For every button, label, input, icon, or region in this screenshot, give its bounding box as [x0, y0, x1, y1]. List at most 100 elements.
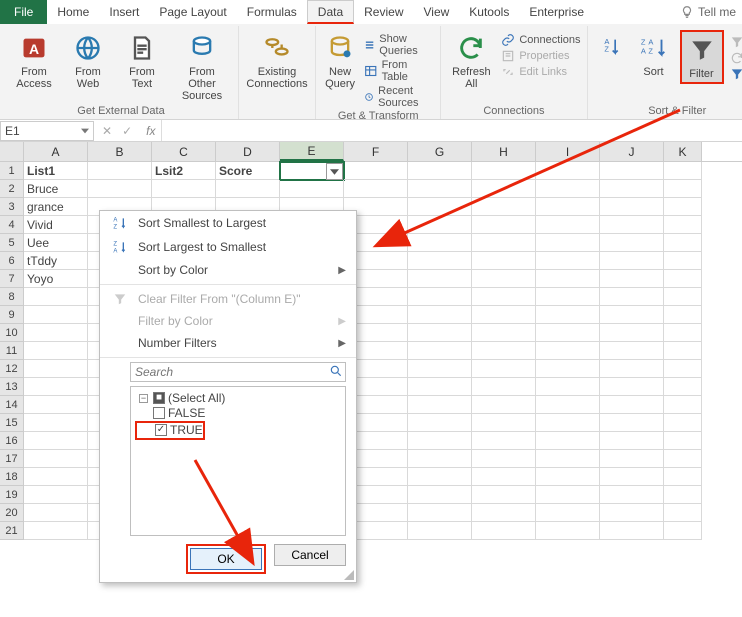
advanced-button[interactable]: Ad	[730, 66, 742, 82]
row-header[interactable]: 19	[0, 486, 24, 504]
cell[interactable]	[344, 162, 408, 180]
cell[interactable]	[536, 486, 600, 504]
cell[interactable]	[472, 234, 536, 252]
cell[interactable]	[472, 450, 536, 468]
row-header[interactable]: 15	[0, 414, 24, 432]
ok-button[interactable]: OK	[190, 548, 262, 570]
existing-connections-button[interactable]: Existing Connections	[245, 30, 309, 92]
cell[interactable]: tTddy	[24, 252, 88, 270]
cell[interactable]	[536, 162, 600, 180]
cell[interactable]	[600, 270, 664, 288]
cell[interactable]	[664, 198, 702, 216]
cell[interactable]	[24, 342, 88, 360]
tab-review[interactable]: Review	[354, 0, 413, 24]
tab-data[interactable]: Data	[307, 0, 354, 24]
cell[interactable]: Vivid	[24, 216, 88, 234]
cell[interactable]	[600, 396, 664, 414]
cell[interactable]	[664, 486, 702, 504]
recent-sources-button[interactable]: Recent Sources	[364, 84, 434, 110]
col-E[interactable]: E	[280, 142, 344, 161]
cell[interactable]	[24, 522, 88, 540]
tree-collapse-icon[interactable]: −	[139, 394, 148, 403]
cell[interactable]	[664, 288, 702, 306]
cell[interactable]	[408, 270, 472, 288]
sort-button[interactable]: ZAAZ Sort	[634, 30, 674, 80]
tab-view[interactable]: View	[414, 0, 460, 24]
cell[interactable]: Yoyo	[24, 270, 88, 288]
cell[interactable]	[408, 288, 472, 306]
cell[interactable]	[408, 180, 472, 198]
cell[interactable]	[536, 378, 600, 396]
cell[interactable]	[664, 234, 702, 252]
row-header[interactable]: 8	[0, 288, 24, 306]
cell[interactable]	[472, 360, 536, 378]
col-K[interactable]: K	[664, 142, 702, 161]
from-table-button[interactable]: From Table	[364, 58, 434, 84]
cell[interactable]	[536, 468, 600, 486]
sort-by-color[interactable]: Sort by Color▶	[100, 259, 356, 281]
cell[interactable]	[664, 396, 702, 414]
sort-az-small-button[interactable]: AZ	[594, 30, 628, 66]
checkbox-mixed-icon[interactable]: ■	[153, 392, 165, 404]
cell[interactable]: Score	[216, 162, 280, 180]
cell[interactable]	[472, 306, 536, 324]
check-select-all[interactable]: − ■ (Select All)	[135, 391, 341, 406]
tab-insert[interactable]: Insert	[99, 0, 149, 24]
row-header[interactable]: 13	[0, 378, 24, 396]
cell[interactable]	[24, 450, 88, 468]
new-query-button[interactable]: New Query	[322, 30, 358, 92]
cell[interactable]	[536, 252, 600, 270]
cell[interactable]	[664, 414, 702, 432]
cell[interactable]: List1	[24, 162, 88, 180]
col-G[interactable]: G	[408, 142, 472, 161]
cell[interactable]	[408, 198, 472, 216]
cell[interactable]	[408, 414, 472, 432]
row-header[interactable]: 17	[0, 450, 24, 468]
cell[interactable]	[600, 216, 664, 234]
cell[interactable]	[664, 468, 702, 486]
cell[interactable]	[600, 360, 664, 378]
cell[interactable]: grance	[24, 198, 88, 216]
number-filters[interactable]: Number Filters▶	[100, 332, 356, 354]
cell[interactable]	[408, 378, 472, 396]
row-header[interactable]: 7	[0, 270, 24, 288]
cell[interactable]	[408, 306, 472, 324]
cell[interactable]	[536, 504, 600, 522]
from-other-sources-button[interactable]: From Other Sources	[172, 30, 232, 104]
cell[interactable]	[664, 252, 702, 270]
tab-kutools[interactable]: Kutools	[459, 0, 519, 24]
cell[interactable]	[536, 216, 600, 234]
cell[interactable]	[24, 306, 88, 324]
cell[interactable]	[600, 180, 664, 198]
cell[interactable]	[408, 234, 472, 252]
cell[interactable]	[600, 162, 664, 180]
cell[interactable]	[408, 396, 472, 414]
refresh-all-button[interactable]: Refresh All	[447, 30, 495, 92]
row-header[interactable]: 21	[0, 522, 24, 540]
cell[interactable]	[600, 288, 664, 306]
cell[interactable]	[472, 432, 536, 450]
cell[interactable]	[600, 378, 664, 396]
tab-home[interactable]: Home	[47, 0, 99, 24]
row-header[interactable]: 12	[0, 360, 24, 378]
row-header[interactable]: 1	[0, 162, 24, 180]
cell[interactable]	[24, 360, 88, 378]
cell[interactable]	[408, 522, 472, 540]
row-header[interactable]: 20	[0, 504, 24, 522]
cell[interactable]	[536, 198, 600, 216]
tab-enterprise[interactable]: Enterprise	[519, 0, 594, 24]
cell[interactable]	[536, 324, 600, 342]
sort-smallest-to-largest[interactable]: AZ Sort Smallest to Largest	[100, 211, 356, 235]
cell[interactable]	[408, 486, 472, 504]
cell[interactable]	[536, 234, 600, 252]
cell[interactable]	[664, 216, 702, 234]
show-queries-button[interactable]: Show Queries	[364, 32, 434, 58]
col-D[interactable]: D	[216, 142, 280, 161]
cell[interactable]	[600, 324, 664, 342]
check-true[interactable]: ✓ TRUE	[135, 421, 205, 440]
from-web-button[interactable]: From Web	[64, 30, 112, 92]
cell[interactable]	[664, 450, 702, 468]
cell[interactable]	[24, 468, 88, 486]
cell[interactable]	[536, 270, 600, 288]
cell[interactable]: Uee	[24, 234, 88, 252]
